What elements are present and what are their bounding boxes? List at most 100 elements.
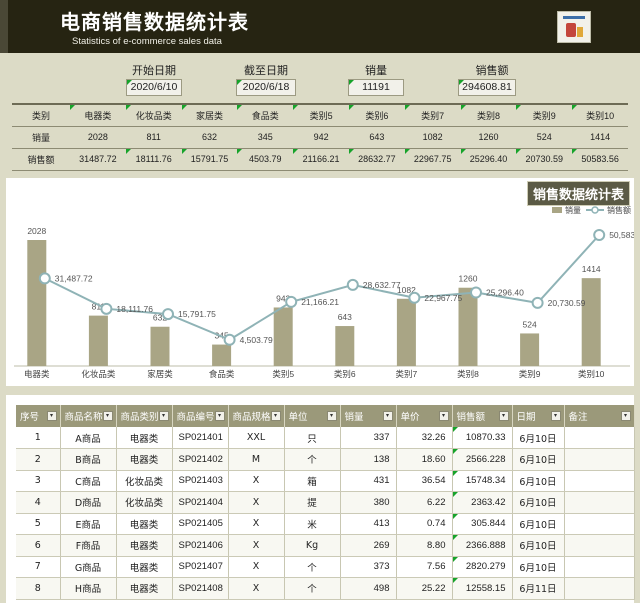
table-cell[interactable]: 只 <box>284 427 341 449</box>
table-cell[interactable]: 化妆品类 <box>116 470 173 492</box>
table-cell[interactable]: 6月10日 <box>512 513 565 535</box>
amount-cell[interactable]: 20730.59 <box>516 148 573 171</box>
table-cell[interactable]: 电器类 <box>116 577 173 600</box>
table-cell[interactable]: D商品 <box>60 491 117 514</box>
amount-cell[interactable]: 18111.76 <box>125 148 182 171</box>
column-header[interactable]: 销量 ▾ <box>340 405 397 427</box>
table-cell[interactable]: 337 <box>340 427 397 449</box>
table-cell[interactable]: 电器类 <box>116 448 173 471</box>
column-header[interactable]: 商品编号 ▾ <box>172 405 229 427</box>
start-date-field[interactable]: 2020/6/10 <box>126 79 182 96</box>
table-cell[interactable]: 18.60 <box>396 448 453 471</box>
table-cell[interactable]: 8 <box>16 577 61 600</box>
amount-cell[interactable]: 50583.56 <box>572 148 628 171</box>
filter-dropdown-icon[interactable]: ▾ <box>438 411 449 421</box>
amount-cell[interactable]: 31487.72 <box>70 148 126 171</box>
amount-cell[interactable]: 28632.77 <box>348 148 405 171</box>
table-cell[interactable]: 2363.42 <box>452 491 513 514</box>
table-cell[interactable]: M <box>228 448 285 471</box>
table-cell[interactable]: 6 <box>16 534 61 557</box>
category-cell[interactable]: 类别6 <box>348 103 405 127</box>
table-cell[interactable]: 电器类 <box>116 427 173 449</box>
amount-cell[interactable]: 15791.75 <box>181 148 238 171</box>
table-cell[interactable]: 6月10日 <box>512 427 565 449</box>
category-cell[interactable]: 类别10 <box>572 103 628 127</box>
category-cell[interactable]: 家居类 <box>181 103 238 127</box>
total-amount-field[interactable]: 294608.81 <box>458 79 516 96</box>
column-header[interactable]: 备注 ▾ <box>564 405 635 427</box>
table-cell[interactable]: 2 <box>16 448 61 471</box>
table-cell[interactable]: 413 <box>340 513 397 535</box>
table-cell[interactable]: 138 <box>340 448 397 471</box>
category-cell[interactable]: 类别5 <box>293 103 349 127</box>
table-cell[interactable]: XXL <box>228 427 285 449</box>
table-cell[interactable] <box>564 513 635 535</box>
amount-cell[interactable]: 4503.79 <box>237 148 294 171</box>
table-cell[interactable]: 8.80 <box>396 534 453 557</box>
table-cell[interactable]: SP021401 <box>172 427 229 449</box>
table-cell[interactable]: Kg <box>284 534 341 557</box>
table-cell[interactable]: 6月10日 <box>512 448 565 471</box>
table-cell[interactable]: 15748.34 <box>452 470 513 492</box>
table-cell[interactable]: 6月10日 <box>512 470 565 492</box>
category-cell[interactable]: 类别8 <box>460 103 517 127</box>
table-cell[interactable]: 7.56 <box>396 556 453 578</box>
filter-dropdown-icon[interactable]: ▾ <box>214 411 225 421</box>
table-cell[interactable]: 个 <box>284 556 341 578</box>
table-cell[interactable]: 431 <box>340 470 397 492</box>
table-cell[interactable]: 6月10日 <box>512 556 565 578</box>
table-cell[interactable]: 2820.279 <box>452 556 513 578</box>
end-date-field[interactable]: 2020/6/18 <box>236 79 296 96</box>
table-cell[interactable]: SP021406 <box>172 534 229 557</box>
qty-cell[interactable]: 643 <box>348 126 405 149</box>
amount-cell[interactable]: 21166.21 <box>293 148 349 171</box>
table-cell[interactable]: F商品 <box>60 534 117 557</box>
category-cell[interactable]: 类别9 <box>516 103 573 127</box>
table-cell[interactable]: X <box>228 577 285 600</box>
qty-cell[interactable]: 942 <box>293 126 349 149</box>
qty-cell[interactable]: 1260 <box>460 126 517 149</box>
table-cell[interactable]: X <box>228 470 285 492</box>
table-cell[interactable]: 3 <box>16 470 61 492</box>
table-cell[interactable] <box>564 534 635 557</box>
table-cell[interactable]: SP021403 <box>172 470 229 492</box>
qty-cell[interactable]: 2028 <box>70 126 126 149</box>
table-cell[interactable]: 6月10日 <box>512 491 565 514</box>
table-cell[interactable]: 提 <box>284 491 341 514</box>
category-cell[interactable]: 食品类 <box>237 103 294 127</box>
qty-cell[interactable]: 632 <box>181 126 238 149</box>
table-cell[interactable]: B商品 <box>60 448 117 471</box>
table-cell[interactable] <box>564 470 635 492</box>
filter-dropdown-icon[interactable]: ▾ <box>102 411 113 421</box>
table-cell[interactable]: 6月10日 <box>512 534 565 557</box>
table-cell[interactable]: 7 <box>16 556 61 578</box>
table-cell[interactable]: X <box>228 534 285 557</box>
filter-dropdown-icon[interactable]: ▾ <box>270 411 281 421</box>
table-cell[interactable]: 12558.15 <box>452 577 513 600</box>
table-cell[interactable]: X <box>228 491 285 514</box>
table-cell[interactable]: 0.74 <box>396 513 453 535</box>
table-cell[interactable]: 32.26 <box>396 427 453 449</box>
table-cell[interactable]: 化妆品类 <box>116 491 173 514</box>
filter-dropdown-icon[interactable]: ▾ <box>550 411 561 421</box>
column-header[interactable]: 销售额 ▾ <box>452 405 513 427</box>
table-cell[interactable]: X <box>228 513 285 535</box>
category-cell[interactable]: 电器类 <box>70 103 126 127</box>
table-cell[interactable] <box>564 491 635 514</box>
table-cell[interactable]: A商品 <box>60 427 117 449</box>
table-cell[interactable]: 25.22 <box>396 577 453 600</box>
table-cell[interactable]: H商品 <box>60 577 117 600</box>
qty-cell[interactable]: 345 <box>237 126 294 149</box>
column-header[interactable]: 序号 ▾ <box>16 405 61 427</box>
table-cell[interactable] <box>564 556 635 578</box>
table-cell[interactable]: 电器类 <box>116 534 173 557</box>
table-cell[interactable]: 5 <box>16 513 61 535</box>
amount-cell[interactable]: 22967.75 <box>404 148 461 171</box>
table-cell[interactable]: 2366.888 <box>452 534 513 557</box>
filter-dropdown-icon[interactable]: ▾ <box>498 411 509 421</box>
table-cell[interactable]: 1 <box>16 427 61 449</box>
table-cell[interactable]: 个 <box>284 577 341 600</box>
filter-dropdown-icon[interactable]: ▾ <box>620 411 631 421</box>
column-header[interactable]: 商品规格 ▾ <box>228 405 285 427</box>
column-header[interactable]: 商品名称 ▾ <box>60 405 117 427</box>
